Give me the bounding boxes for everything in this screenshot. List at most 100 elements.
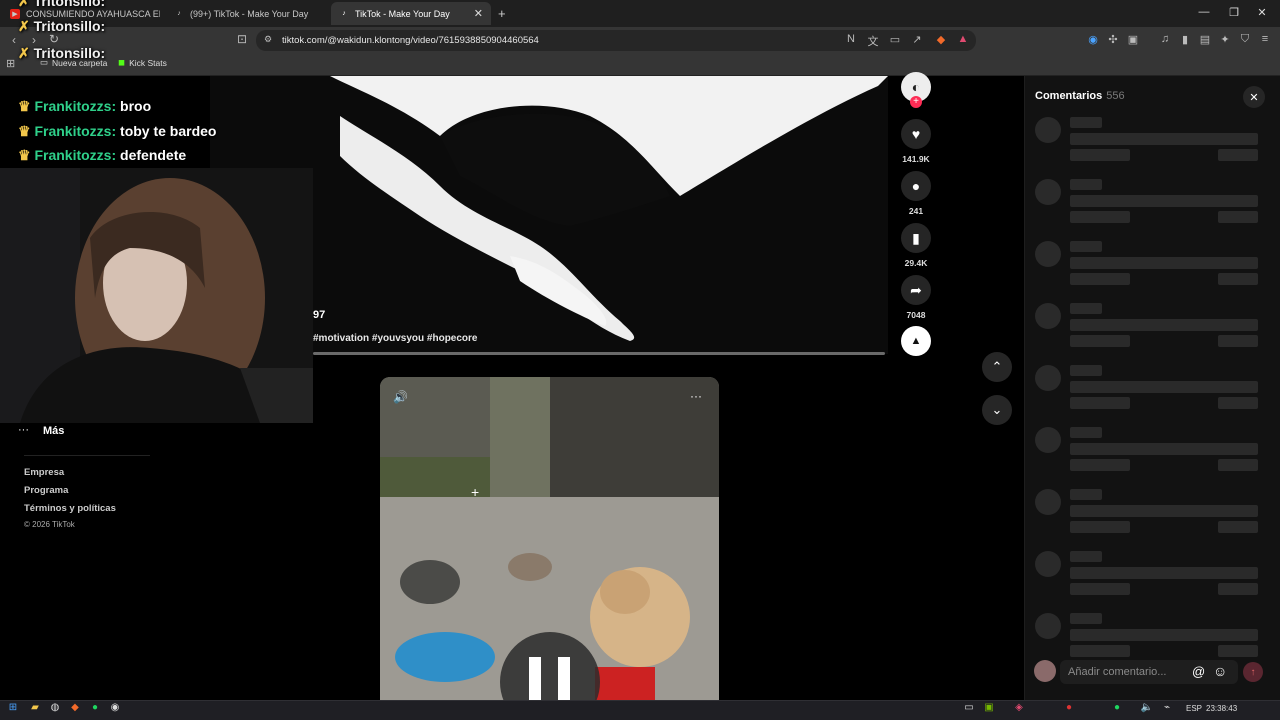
footer-link-terms[interactable]: Términos y políticas: [24, 503, 116, 514]
rewards-icon[interactable]: ▲: [956, 33, 970, 45]
skeleton-line: [1070, 489, 1102, 500]
video-caption-number: 97: [313, 309, 326, 321]
follow-plus-icon[interactable]: +: [910, 96, 922, 108]
site-info-icon[interactable]: ⚙: [264, 34, 272, 45]
start-icon[interactable]: ⊞: [6, 702, 20, 716]
media-icon[interactable]: ♫: [1158, 33, 1172, 45]
send-comment-button[interactable]: ↑: [1243, 662, 1263, 682]
menu-icon[interactable]: ≡: [1258, 33, 1272, 45]
extensions-icon[interactable]: ✣: [1106, 33, 1120, 46]
screenshot-icon[interactable]: ▣: [1126, 33, 1140, 46]
emoji-icon[interactable]: ☺: [1213, 663, 1227, 679]
network-icon[interactable]: ⌁: [1160, 702, 1174, 716]
share-arrow-icon: ➦: [901, 275, 931, 305]
like-button[interactable]: ♥ 141.9K: [900, 119, 932, 164]
share-button[interactable]: ➦ 7048: [900, 275, 932, 320]
tray-app-icon[interactable]: ◈: [1012, 702, 1026, 716]
skeleton-line: [1070, 179, 1102, 190]
bookmark-kick-stats[interactable]: ◼ Kick Stats: [118, 57, 167, 68]
tiktok-icon: ♪: [342, 10, 346, 17]
vpn-icon[interactable]: ⛉: [1238, 33, 1252, 46]
file-explorer-icon[interactable]: ▰: [28, 702, 42, 716]
bookmark-save-icon: ▮: [901, 223, 931, 253]
skeleton-line: [1218, 273, 1258, 285]
video-player-next[interactable]: [380, 377, 719, 702]
skeleton-line: [1070, 257, 1258, 269]
comments-title: Comentarios 556: [1035, 90, 1125, 102]
tray-icon[interactable]: ▭: [962, 702, 976, 716]
more-icon[interactable]: ···: [18, 424, 29, 436]
brave-shield-icon[interactable]: ◆: [934, 33, 948, 46]
translate-off-icon[interactable]: N: [844, 33, 858, 45]
more-options-icon[interactable]: ···: [690, 389, 702, 403]
skeleton-avatar: [1035, 613, 1061, 639]
footer-link-empresa[interactable]: Empresa: [24, 467, 64, 478]
windows-taskbar: [0, 700, 1280, 720]
skeleton-line: [1070, 443, 1258, 455]
restore-icon[interactable]: ❐: [1226, 6, 1242, 19]
chat-user: Frankitozzs:: [34, 123, 117, 139]
crown-badge-icon: ♛: [18, 98, 31, 114]
crown-badge-icon: ♛: [18, 123, 31, 139]
brave-icon[interactable]: ◆: [68, 702, 82, 716]
sidebar-more[interactable]: Más: [43, 425, 64, 437]
music-disc[interactable]: ▲: [900, 326, 932, 356]
spotify-icon[interactable]: ●: [88, 702, 102, 716]
leo-ai-icon[interactable]: ✦: [1218, 33, 1232, 46]
tab-tiktok-notifications[interactable]: ♪ (99+) TikTok - Make Your Day: [166, 2, 328, 25]
tray-spotify-icon[interactable]: ●: [1110, 702, 1124, 716]
close-icon[interactable]: ✕: [474, 7, 483, 20]
chat-message: ✗ Tritonsillo:: [18, 45, 105, 62]
cast-icon[interactable]: ▭: [888, 33, 902, 46]
comment-button[interactable]: ● 241: [900, 171, 932, 216]
chat-text: toby te bardeo: [120, 123, 217, 139]
wallet-icon[interactable]: ▤: [1198, 33, 1212, 46]
comment-input[interactable]: Añadir comentario...: [1060, 660, 1238, 684]
skeleton-line: [1218, 645, 1258, 657]
volume-icon[interactable]: 🔊: [393, 390, 408, 404]
tab-label: CONSUMIENDO AYAHUASCA EN EL...: [26, 8, 160, 19]
volume-tray-icon[interactable]: 🔈: [1140, 702, 1154, 716]
skeleton-line: [1218, 397, 1258, 409]
apps-grid-icon[interactable]: ⊞: [6, 57, 15, 70]
close-comments-button[interactable]: ✕: [1243, 86, 1265, 108]
translate-icon[interactable]: 文: [866, 33, 880, 49]
webcam-overlay: [0, 168, 313, 423]
tiktok-icon: ♪: [177, 10, 181, 17]
video-hashtags[interactable]: #motivation #youvsyou #hopecore: [313, 333, 478, 344]
steam-icon[interactable]: ◍: [48, 702, 62, 716]
skeleton-line: [1070, 567, 1258, 579]
skeleton-line: [1070, 505, 1258, 517]
skeleton-line: [1070, 427, 1102, 438]
save-button[interactable]: ▮ 29.4K: [900, 223, 932, 268]
obs-icon[interactable]: ◉: [108, 702, 122, 716]
skeleton-line: [1070, 195, 1258, 207]
sidebar-icon[interactable]: ▮: [1178, 33, 1192, 46]
audio-icon[interactable]: ◉: [1086, 33, 1100, 46]
nvidia-icon[interactable]: ▣: [982, 702, 996, 716]
footer-link-programa[interactable]: Programa: [24, 485, 68, 496]
clock[interactable]: 23:38:43: [1206, 704, 1237, 713]
language-indicator[interactable]: ESP: [1186, 704, 1202, 713]
minimize-icon[interactable]: —: [1196, 6, 1212, 18]
skeleton-line: [1070, 211, 1130, 223]
creator-avatar[interactable]: ◐ +: [900, 72, 932, 108]
next-video-button[interactable]: ⌄: [982, 395, 1012, 425]
new-tab-button[interactable]: +: [498, 6, 506, 21]
video-progress-bar[interactable]: [313, 352, 885, 355]
share-icon[interactable]: ↗: [910, 33, 924, 46]
skeleton-line: [1070, 335, 1130, 347]
skeleton-avatar: [1035, 179, 1061, 205]
close-window-icon[interactable]: ✕: [1254, 6, 1270, 19]
tray-record-icon[interactable]: ●: [1062, 702, 1076, 716]
skeleton-line: [1070, 583, 1130, 595]
music-disc-icon: ▲: [901, 326, 931, 356]
badge-icon: ✗: [18, 45, 30, 61]
chat-message: ♛ Frankitozzs: toby te bardeo: [18, 123, 217, 140]
bookmark-icon[interactable]: ⊡: [234, 32, 250, 46]
badge-icon: ✗: [18, 0, 30, 9]
mention-icon[interactable]: @: [1192, 664, 1205, 679]
skeleton-line: [1070, 551, 1102, 562]
tab-tiktok-active[interactable]: ♪ TikTok - Make Your Day ✕: [331, 2, 491, 25]
previous-video-button[interactable]: ⌃: [982, 352, 1012, 382]
